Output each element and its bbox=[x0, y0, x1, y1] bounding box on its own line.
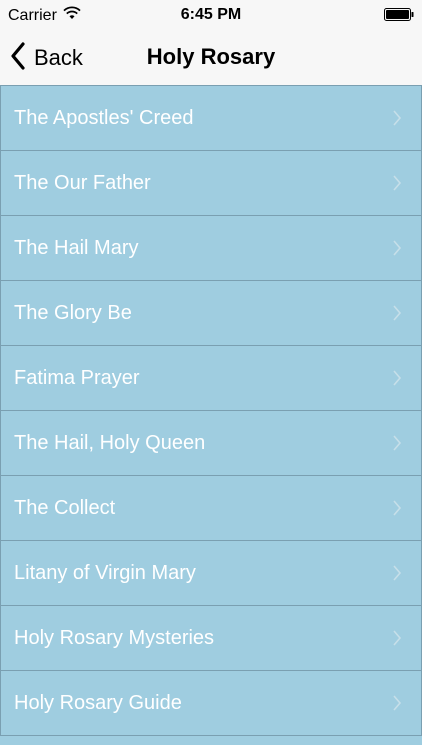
list-item-glory-be[interactable]: The Glory Be bbox=[0, 281, 422, 346]
list-item-label: The Collect bbox=[14, 496, 116, 519]
bottom-strip bbox=[0, 745, 422, 750]
status-time: 6:45 PM bbox=[180, 6, 242, 23]
navigation-bar: Back Holy Rosary bbox=[0, 30, 422, 87]
list-item-collect[interactable]: The Collect bbox=[0, 476, 422, 541]
chevron-right-icon bbox=[393, 240, 402, 256]
list-item-apostles-creed[interactable]: The Apostles' Creed bbox=[0, 85, 422, 151]
list-item-hail-mary[interactable]: The Hail Mary bbox=[0, 216, 422, 281]
list-item-label: The Our Father bbox=[14, 171, 151, 194]
battery-icon bbox=[384, 8, 414, 21]
list-item-litany-virgin-mary[interactable]: Litany of Virgin Mary bbox=[0, 541, 422, 606]
list-item-label: Litany of Virgin Mary bbox=[14, 561, 196, 584]
prayer-list: The Apostles' Creed The Our Father The H… bbox=[0, 85, 422, 745]
chevron-right-icon bbox=[393, 500, 402, 516]
list-item-our-father[interactable]: The Our Father bbox=[0, 151, 422, 216]
list-item-label: The Glory Be bbox=[14, 301, 132, 324]
status-bar: Carrier 6:45 PM bbox=[0, 0, 422, 30]
list-item-fatima-prayer[interactable]: Fatima Prayer bbox=[0, 346, 422, 411]
list-item-label: The Hail, Holy Queen bbox=[14, 431, 206, 454]
chevron-right-icon bbox=[393, 565, 402, 581]
chevron-right-icon bbox=[393, 110, 402, 126]
list-item-label: Holy Rosary Mysteries bbox=[14, 626, 215, 649]
list-item-rosary-guide[interactable]: Holy Rosary Guide bbox=[0, 671, 422, 736]
list-item-label: Fatima Prayer bbox=[14, 366, 140, 389]
list-item-hail-holy-queen[interactable]: The Hail, Holy Queen bbox=[0, 411, 422, 476]
list-item-label: Holy Rosary Guide bbox=[14, 691, 182, 714]
chevron-right-icon bbox=[393, 435, 402, 451]
chevron-right-icon bbox=[393, 175, 402, 191]
page-title: Holy Rosary bbox=[146, 44, 276, 69]
list-item-label: The Apostles' Creed bbox=[14, 106, 194, 129]
chevron-right-icon bbox=[393, 305, 402, 321]
list-item-rosary-mysteries[interactable]: Holy Rosary Mysteries bbox=[0, 606, 422, 671]
chevron-right-icon bbox=[393, 695, 402, 711]
chevron-right-icon bbox=[393, 370, 402, 386]
list-item-label: The Hail Mary bbox=[14, 236, 139, 259]
chevron-right-icon bbox=[393, 630, 402, 646]
